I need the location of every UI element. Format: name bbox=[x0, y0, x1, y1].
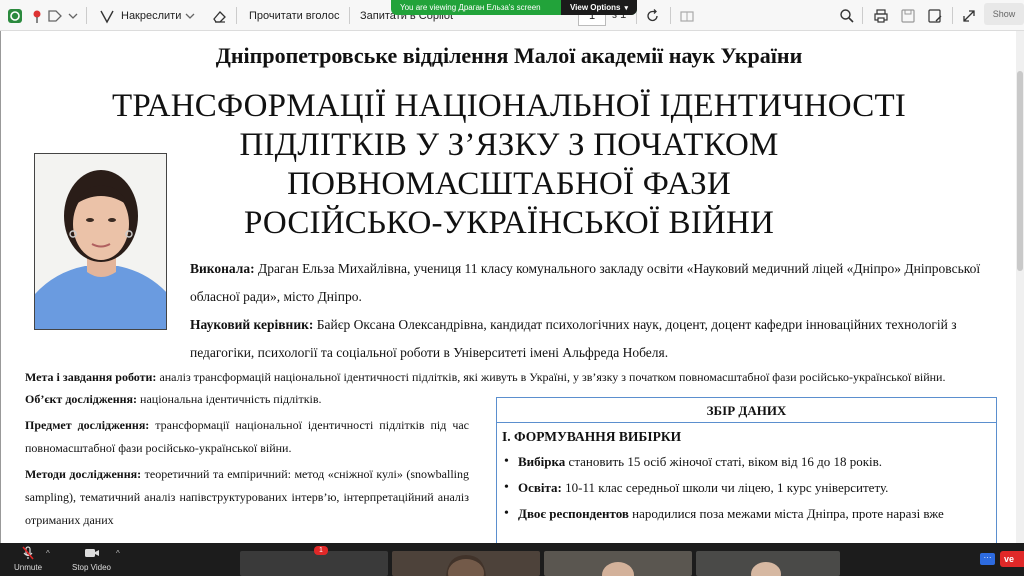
authors-block: Виконала: Драган Ельза Михайлівна, учени… bbox=[190, 255, 990, 367]
participant-video[interactable] bbox=[696, 551, 840, 576]
rotate-icon bbox=[644, 7, 662, 25]
list-item: Вибірка становить 15 осіб жіночої статі,… bbox=[502, 449, 996, 475]
author-paragraph: Виконала: Драган Ельза Михайлівна, учени… bbox=[190, 255, 990, 311]
list-item-text: 10-11 клас середньої школи чи ліцею, 1 к… bbox=[561, 480, 889, 495]
eraser-button[interactable] bbox=[210, 0, 228, 31]
subject-label: Предмет дослідження: bbox=[25, 418, 150, 432]
participant-video[interactable] bbox=[544, 551, 692, 576]
more-button[interactable]: ··· bbox=[980, 553, 995, 565]
participant-video[interactable] bbox=[392, 551, 540, 576]
scroll-thumb[interactable] bbox=[1017, 71, 1023, 271]
unmute-label: Unmute bbox=[14, 563, 43, 572]
search-icon bbox=[838, 7, 856, 25]
unmute-button[interactable]: Unmute bbox=[14, 545, 42, 572]
author-text: Драган Ельза Михайлівна, учениця 11 клас… bbox=[190, 261, 981, 304]
subject-paragraph: Предмет дослідження: трансформації націо… bbox=[25, 414, 469, 460]
read-aloud-label: Прочитати вголос bbox=[249, 9, 340, 22]
save-button[interactable] bbox=[899, 0, 917, 31]
chevron-up-icon[interactable]: ^ bbox=[46, 549, 50, 558]
read-aloud-button[interactable]: Прочитати вголос bbox=[249, 0, 339, 31]
goal-text: аналіз трансформацій національної іденти… bbox=[156, 370, 946, 384]
save-icon bbox=[899, 7, 917, 25]
sample-list: Вибірка становить 15 осіб жіночої статі,… bbox=[497, 445, 996, 527]
participant-thumbnails: 1 bbox=[240, 546, 840, 576]
draw-button[interactable]: Накреслити bbox=[98, 0, 199, 31]
share-banner: You are viewing Драган Ельза's screen Vi… bbox=[391, 0, 637, 15]
chevron-down-icon bbox=[181, 7, 199, 25]
eraser-icon bbox=[210, 7, 228, 25]
draw-icon bbox=[98, 7, 116, 25]
stop-video-button[interactable]: Stop Video bbox=[72, 545, 111, 572]
leave-button[interactable]: ve bbox=[1000, 551, 1024, 567]
search-button[interactable] bbox=[838, 0, 856, 31]
data-collection-box: ЗБІР ДАНИХ I. ФОРМУВАННЯ ВИБІРКИ Вибірка… bbox=[496, 397, 997, 543]
chevron-up-icon[interactable]: ^ bbox=[116, 549, 120, 558]
list-item: Двоє респондентов народилися поза межами… bbox=[502, 501, 996, 527]
participant-video[interactable] bbox=[240, 551, 388, 576]
supervisor-paragraph: Науковий керівник: Байєр Оксана Олександ… bbox=[190, 311, 990, 367]
print-button[interactable] bbox=[872, 0, 890, 31]
goal-line: Мета і завдання роботи: аналіз трансформ… bbox=[25, 368, 1015, 386]
goal-label: Мета і завдання роботи: bbox=[25, 370, 157, 384]
object-text: національна ідентичність підлітків. bbox=[137, 392, 322, 406]
chat-badge: 1 bbox=[314, 546, 328, 555]
vertical-scrollbar[interactable] bbox=[1016, 31, 1024, 543]
author-label: Виконала: bbox=[190, 261, 255, 276]
pin-icon[interactable] bbox=[28, 0, 46, 31]
list-item: Освіта: 10-11 клас середньої школи чи лі… bbox=[502, 475, 996, 501]
organization-heading: Дніпропетровське відділення Малої академ… bbox=[215, 43, 803, 68]
video-camera-icon bbox=[84, 545, 100, 563]
pdf-page: Дніпропетровське відділення Малої академ… bbox=[0, 31, 1016, 543]
supervisor-label: Науковий керівник: bbox=[190, 317, 314, 332]
expand-icon bbox=[960, 7, 978, 25]
list-item-label: Вибірка bbox=[518, 454, 566, 469]
save-as-icon bbox=[926, 7, 944, 25]
data-collection-heading: ЗБІР ДАНИХ bbox=[497, 398, 996, 423]
stop-video-label: Stop Video bbox=[72, 563, 111, 572]
object-paragraph: Об’єкт дослідження: національна ідентичн… bbox=[25, 388, 469, 411]
author-photo bbox=[34, 153, 167, 330]
page-view-icon bbox=[678, 7, 696, 25]
sample-formation-heading: I. ФОРМУВАННЯ ВИБІРКИ bbox=[502, 429, 682, 444]
page-view-button[interactable] bbox=[678, 0, 696, 31]
methods-paragraph: Методи дослідження: теоретичний та емпір… bbox=[25, 463, 469, 532]
rotate-button[interactable] bbox=[644, 0, 662, 31]
meeting-controls-bar: Unmute ^ Stop Video ^ 1 ··· ve bbox=[0, 543, 1024, 576]
save-as-button[interactable] bbox=[926, 0, 944, 31]
show-panel-tab[interactable]: Show bbox=[984, 3, 1024, 25]
print-icon bbox=[872, 7, 890, 25]
list-item-text: народилися поза межами міста Дніпра, про… bbox=[628, 506, 944, 521]
shield-icon[interactable] bbox=[6, 0, 24, 31]
draw-label: Накреслити bbox=[121, 9, 182, 22]
view-options-label: View Options bbox=[569, 3, 621, 12]
tag-icon[interactable] bbox=[46, 0, 64, 31]
list-item-label: Двоє респондентов bbox=[518, 506, 629, 521]
share-banner-text: You are viewing Драган Ельза's screen bbox=[400, 3, 541, 12]
list-item-text: становить 15 осіб жіночої статі, віком в… bbox=[565, 454, 883, 469]
expand-button[interactable] bbox=[960, 0, 978, 31]
chevron-down-icon: ▾ bbox=[624, 4, 628, 12]
methods-label: Методи дослідження: bbox=[25, 467, 142, 481]
muted-microphone-icon bbox=[20, 545, 36, 563]
chevron-down-icon[interactable] bbox=[64, 0, 82, 31]
title-line: ТРАНСФОРМАЦІЇ НАЦІОНАЛЬНОЇ ІДЕНТИЧНОСТІ bbox=[111, 88, 906, 124]
object-label: Об’єкт дослідження: bbox=[25, 392, 138, 406]
research-details: Об’єкт дослідження: національна ідентичн… bbox=[25, 388, 469, 535]
list-item-label: Освіта: bbox=[518, 480, 562, 495]
view-options-button[interactable]: View Options ▾ bbox=[560, 0, 637, 15]
